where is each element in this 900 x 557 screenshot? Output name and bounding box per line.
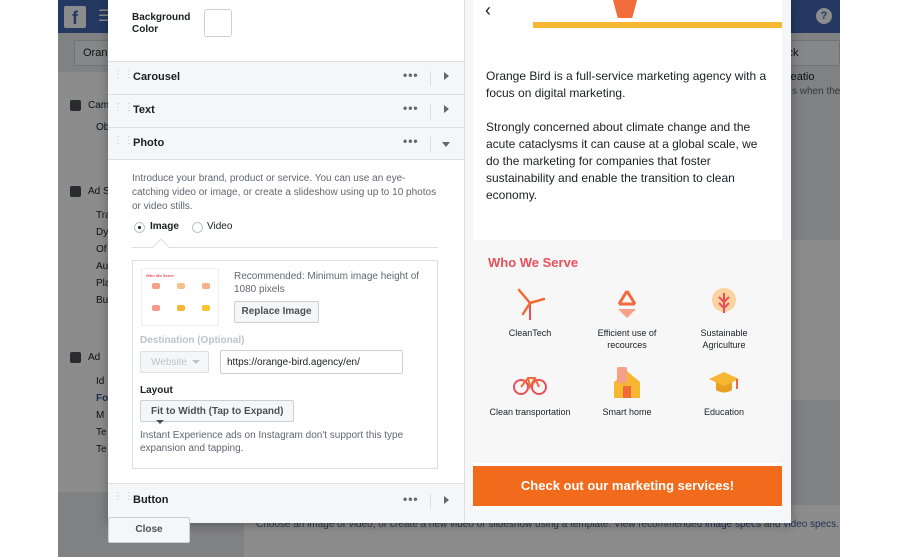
wind-turbine-icon: [513, 287, 547, 321]
divider: [430, 494, 431, 509]
serve-item: Clean transportation: [485, 366, 575, 418]
media-tab-caret: [152, 238, 170, 256]
instant-experience-preview: ‹ Orange Bird is a full-service marketin…: [473, 0, 782, 510]
layout-select-value: Fit to Width (Tap to Expand): [151, 406, 284, 417]
thumb-icon: [152, 305, 160, 311]
section-title: Carousel: [133, 71, 181, 83]
thumb-icon: [177, 305, 185, 311]
graduation-cap-icon: [707, 366, 741, 400]
recycle-icon: [610, 287, 644, 321]
background-color-swatch[interactable]: [204, 9, 232, 37]
divider: [430, 137, 431, 152]
intro-text: Orange Bird is a full-service marketing …: [486, 68, 774, 204]
layout-label: Layout: [140, 385, 173, 396]
divider: [430, 71, 431, 86]
drag-handle-icon[interactable]: ⋮⋮: [113, 70, 134, 80]
section-title: Text: [133, 104, 155, 116]
video-radio-label[interactable]: Video: [207, 221, 232, 232]
more-options-icon[interactable]: •••: [403, 68, 419, 82]
serve-item: Education: [679, 366, 769, 418]
chevron-down-icon: [156, 420, 164, 425]
section-title: Button: [133, 494, 169, 506]
close-button[interactable]: Close: [108, 517, 190, 543]
serve-item: Smart home: [582, 366, 672, 418]
destination-type-select[interactable]: Website: [140, 351, 209, 373]
image-thumbnail[interactable]: Who We Serve: [141, 268, 219, 326]
video-radio[interactable]: [192, 222, 203, 233]
drag-handle-icon[interactable]: ⋮⋮: [113, 103, 134, 113]
layout-select[interactable]: Fit to Width (Tap to Expand): [140, 400, 294, 425]
serve-item-label: Sustainable Agriculture: [700, 328, 748, 350]
serve-item: CleanTech: [485, 287, 575, 339]
cta-button[interactable]: Check out our marketing services!: [473, 466, 782, 506]
destination-url-input[interactable]: https://orange-bird.agency/en/: [220, 350, 403, 374]
expand-arrow-icon[interactable]: [444, 105, 449, 113]
divider: [430, 104, 431, 119]
destination-label: Destination (Optional): [140, 335, 245, 346]
serve-item-label: CleanTech: [508, 328, 552, 338]
thumb-icon: [202, 283, 210, 289]
serve-item-label: Efficient use of recources: [597, 328, 657, 350]
expand-arrow-icon[interactable]: [444, 72, 449, 80]
section-carousel[interactable]: ⋮⋮ Carousel •••: [108, 61, 464, 94]
more-options-icon[interactable]: •••: [403, 134, 419, 148]
orange-bird-logo-icon: [613, 0, 637, 18]
image-radio-label[interactable]: Image: [150, 221, 179, 232]
image-radio[interactable]: [134, 222, 145, 233]
destination-select-value: Website: [151, 357, 187, 368]
media-tab-divider: [132, 247, 438, 248]
thumbnail-title: Who We Serve: [146, 273, 174, 278]
more-options-icon[interactable]: •••: [403, 492, 419, 506]
smart-home-icon: [610, 366, 644, 400]
replace-image-button[interactable]: Replace Image: [234, 301, 319, 323]
intro-paragraph: Strongly concerned about climate change …: [486, 120, 758, 202]
photo-settings-box: Who We Serve Recommended: Minimum image …: [132, 260, 438, 469]
intro-paragraph: Orange Bird is a full-service marketing …: [486, 69, 767, 100]
editor-pane: Background Color ⋮⋮ Carousel ••• ⋮⋮ Text…: [108, 0, 464, 523]
hero-image-strip: ‹: [473, 0, 782, 28]
serve-item: Sustainable Agriculture: [679, 287, 769, 351]
who-we-serve-section: [473, 240, 782, 463]
serve-item-label: Education: [703, 407, 745, 417]
serve-item-label: Smart home: [602, 407, 652, 417]
who-we-serve-title: Who We Serve: [488, 255, 579, 270]
more-options-icon[interactable]: •••: [403, 101, 419, 115]
thumb-icon: [177, 283, 185, 289]
thumb-icon: [202, 305, 210, 311]
collapse-arrow-icon[interactable]: [442, 142, 450, 147]
instant-experience-editor-modal: Background Color ⋮⋮ Carousel ••• ⋮⋮ Text…: [108, 0, 791, 523]
photo-description: Introduce your brand, product or service…: [132, 173, 437, 212]
section-text[interactable]: ⋮⋮ Text •••: [108, 94, 464, 127]
recommended-size-text: Recommended: Minimum image height of 108…: [234, 271, 420, 295]
preview-pane: ‹ Orange Bird is a full-service marketin…: [464, 0, 791, 523]
serve-item-label: Clean transportation: [489, 407, 571, 417]
background-color-label: Background Color: [132, 12, 191, 35]
section-photo[interactable]: ⋮⋮ Photo •••: [108, 127, 464, 160]
thumb-icon: [152, 283, 160, 289]
chevron-down-icon: [191, 360, 200, 365]
back-chevron-icon[interactable]: ‹: [485, 0, 491, 21]
serve-item: Efficient use of recources: [582, 287, 672, 351]
drag-handle-icon[interactable]: ⋮⋮: [113, 136, 134, 146]
layout-note: Instant Experience ads on Instagram don'…: [140, 430, 404, 454]
expand-arrow-icon[interactable]: [444, 496, 449, 504]
drag-handle-icon[interactable]: ⋮⋮: [113, 492, 134, 502]
bicycle-icon: [513, 366, 547, 400]
wheat-icon: [707, 287, 741, 321]
section-title: Photo: [133, 137, 165, 149]
hero-band: [533, 22, 782, 28]
